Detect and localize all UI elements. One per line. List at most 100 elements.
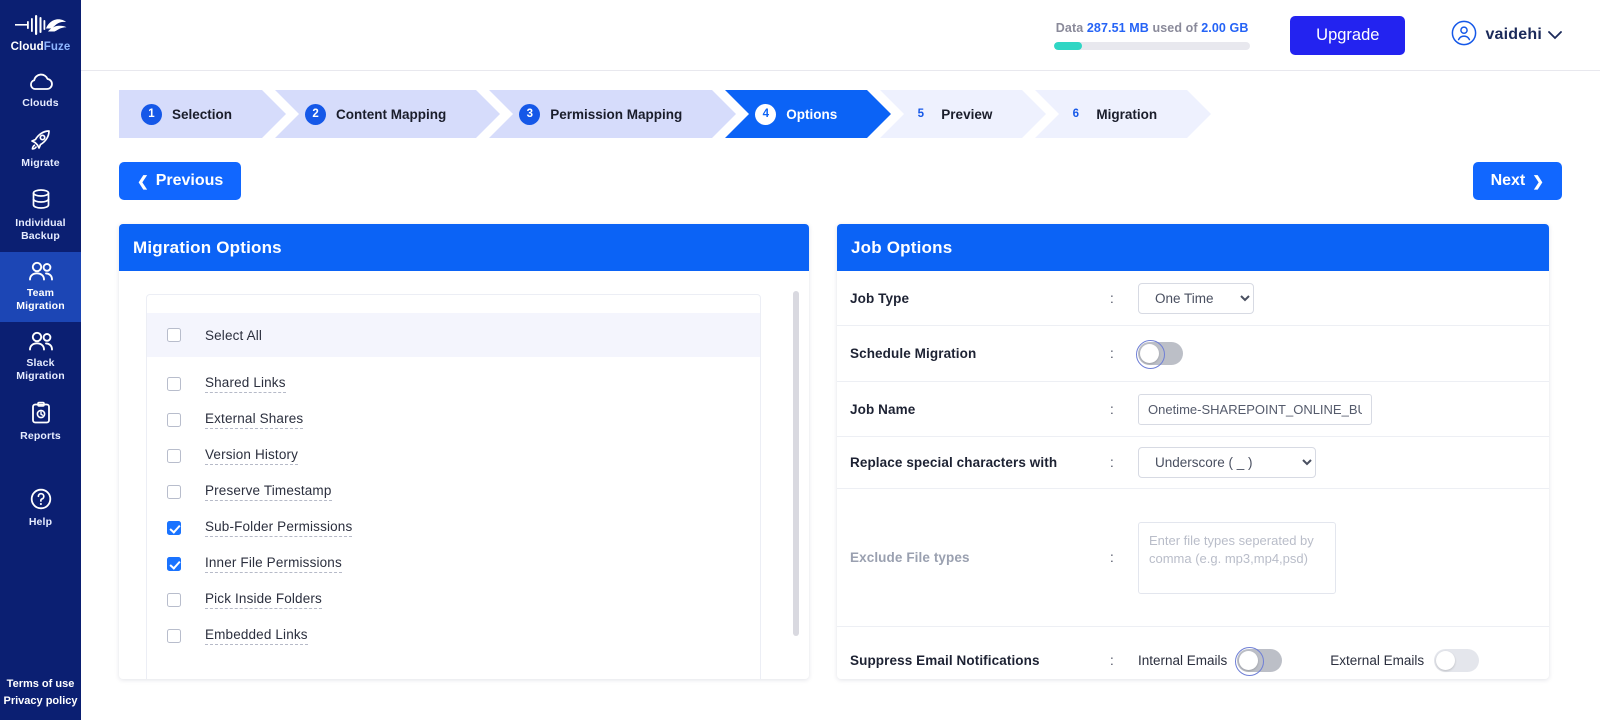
privacy-policy-link[interactable]: Privacy policy <box>0 693 81 710</box>
option-row-inner-file-permissions[interactable]: Inner File Permissions <box>147 546 760 582</box>
primary-sidebar: CloudFuze Clouds Migrate Individual Back… <box>0 0 81 720</box>
option-row-sub-folder-permissions[interactable]: Sub-Folder Permissions <box>147 510 760 546</box>
brand-name-part1: Cloud <box>10 41 44 53</box>
options-panels: Migration Options Select All Shared Link… <box>119 224 1562 679</box>
sidebar-item-individual-backup[interactable]: Individual Backup <box>0 179 81 252</box>
sidebar-item-reports[interactable]: Reports <box>0 392 81 452</box>
option-row-preserve-timestamp[interactable]: Preserve Timestamp <box>147 474 760 510</box>
previous-button[interactable]: ❮ Previous <box>119 162 242 200</box>
migration-options-list: Select All Shared Links External Shares <box>146 294 761 679</box>
preserve-timestamp-checkbox[interactable] <box>167 485 181 499</box>
next-button[interactable]: Next ❯ <box>1472 162 1562 200</box>
select-all-label: Select All <box>205 327 263 343</box>
option-label: Shared Links <box>205 375 286 393</box>
version-history-checkbox[interactable] <box>167 449 181 463</box>
data-usage-meter: Data 287.51 MB used of 2.00 GB <box>1054 20 1251 50</box>
question-circle-icon <box>29 487 53 511</box>
sidebar-item-migrate[interactable]: Migrate <box>0 119 81 179</box>
user-circle-icon <box>1451 20 1477 51</box>
option-row-pick-inside-folders[interactable]: Pick Inside Folders <box>147 582 760 618</box>
row-colon: : <box>1110 455 1114 470</box>
step-number: 5 <box>917 108 924 120</box>
sidebar-nav: Clouds Migrate Individual Backup Team Mi… <box>0 63 81 538</box>
option-row-external-shares[interactable]: External Shares <box>147 402 760 438</box>
row-colon: : <box>1110 346 1114 361</box>
step-label: Permission Mapping <box>550 106 683 122</box>
step-number: 4 <box>755 103 777 125</box>
internal-emails-toggle[interactable] <box>1235 647 1283 676</box>
sidebar-item-clouds[interactable]: Clouds <box>0 63 81 119</box>
row-colon: : <box>1110 550 1114 565</box>
job-name-row: Job Name : <box>837 382 1549 437</box>
external-shares-checkbox[interactable] <box>167 413 181 427</box>
sub-folder-permissions-checkbox[interactable] <box>167 521 181 535</box>
inner-file-permissions-checkbox[interactable] <box>167 557 181 571</box>
sidebar-item-label: Migrate <box>21 157 60 169</box>
user-menu[interactable]: vaidehi <box>1451 20 1562 51</box>
rocket-icon <box>28 128 54 152</box>
top-header: Data 287.51 MB used of 2.00 GB Upgrade v… <box>81 0 1600 71</box>
option-row-embedded-links[interactable]: Embedded Links <box>147 618 760 654</box>
job-name-input[interactable] <box>1138 393 1372 425</box>
step-selection[interactable]: 1 Selection <box>119 90 300 138</box>
data-usage-prefix: Data <box>1055 20 1084 35</box>
step-permission-mapping[interactable]: 3 Permission Mapping <box>489 90 750 138</box>
select-all-checkbox[interactable] <box>167 328 181 342</box>
job-type-label: Job Type <box>850 290 910 306</box>
option-label: Preserve Timestamp <box>205 483 332 501</box>
sidebar-item-slack-migration[interactable]: Slack Migration <box>0 322 81 392</box>
sidebar-item-label: Slack Migration <box>16 357 65 382</box>
exclude-file-types-input[interactable] <box>1138 521 1336 594</box>
data-usage-progressbar <box>1054 41 1251 50</box>
job-type-row: Job Type : One Time <box>837 271 1549 326</box>
embedded-links-checkbox[interactable] <box>167 629 181 643</box>
suppress-email-label: Suppress Email Notifications <box>850 653 1040 668</box>
exclude-file-types-label: Exclude File types <box>850 550 970 565</box>
next-button-label: Next <box>1490 172 1526 189</box>
step-number: 6 <box>1072 108 1080 120</box>
option-label: Inner File Permissions <box>205 555 342 573</box>
option-row-shared-links[interactable]: Shared Links <box>147 366 760 402</box>
sidebar-item-help[interactable]: Help <box>0 478 81 538</box>
row-colon: : <box>1110 653 1114 668</box>
schedule-migration-row: Schedule Migration : <box>837 326 1549 382</box>
sidebar-item-team-migration[interactable]: Team Migration <box>0 252 81 322</box>
cloud-icon <box>28 72 54 92</box>
brand-logo-block[interactable]: CloudFuze <box>0 0 81 53</box>
step-label: Options <box>786 106 838 122</box>
internal-emails-group: Internal Emails <box>1138 647 1283 676</box>
option-label: Sub-Folder Permissions <box>205 519 353 537</box>
option-row-version-history[interactable]: Version History <box>147 438 760 474</box>
option-label: External Shares <box>205 411 304 429</box>
schedule-migration-toggle[interactable] <box>1136 340 1183 369</box>
replace-characters-label: Replace special characters with <box>850 455 1058 470</box>
cloudfuze-logo-icon <box>0 12 81 38</box>
main-area: Data 287.51 MB used of 2.00 GB Upgrade v… <box>81 0 1600 720</box>
step-number: 1 <box>141 103 162 125</box>
job-name-label: Job Name <box>850 401 916 417</box>
suppress-email-row: Suppress Email Notifications : Internal … <box>837 627 1549 679</box>
upgrade-button[interactable]: Upgrade <box>1290 15 1406 55</box>
option-label: Pick Inside Folders <box>205 591 322 609</box>
shared-links-checkbox[interactable] <box>167 377 181 391</box>
step-content-mapping[interactable]: 2 Content Mapping <box>275 90 514 138</box>
data-usage-progress-fill <box>1054 41 1082 50</box>
replace-characters-select[interactable]: Underscore ( _ ) <box>1138 447 1316 478</box>
job-options-body: Job Type : One Time Schedule Migration : <box>837 271 1549 679</box>
migration-options-scrollbar[interactable] <box>793 291 799 636</box>
option-row-select-all[interactable]: Select All <box>147 313 760 357</box>
row-colon: : <box>1110 401 1114 417</box>
pick-inside-folders-checkbox[interactable] <box>167 593 181 607</box>
report-icon <box>30 401 52 425</box>
job-options-title: Job Options <box>837 224 1549 271</box>
user-name: vaidehi <box>1485 26 1542 43</box>
terms-of-use-link[interactable]: Terms of use <box>0 676 81 693</box>
step-label: Preview <box>941 106 993 122</box>
sidebar-footer: Terms of use Privacy policy <box>0 676 81 710</box>
option-label: Embedded Links <box>205 627 308 645</box>
external-emails-toggle[interactable] <box>1434 649 1480 672</box>
job-type-select[interactable]: One Time <box>1138 282 1254 314</box>
chevron-down-icon <box>1548 27 1562 43</box>
migration-options-card: Migration Options Select All Shared Link… <box>119 224 809 679</box>
users-icon <box>27 331 55 352</box>
